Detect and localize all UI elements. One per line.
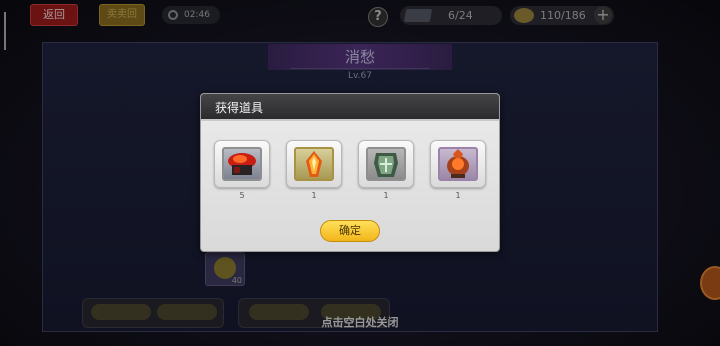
top-bar: 返回 卖卖回 02:46 ? 6/24 110/186 + xyxy=(0,0,720,34)
item-quantity: 1 xyxy=(383,191,389,200)
reward-item-list: 5 1 1 1 xyxy=(201,140,499,210)
divider xyxy=(290,68,430,69)
reward-item[interactable]: 1 xyxy=(430,140,488,200)
reward-item[interactable]: 1 xyxy=(358,140,416,200)
item-slot[interactable] xyxy=(214,140,270,188)
red-crystal-box-icon xyxy=(222,147,262,181)
close-hint: 点击空白处关闭 xyxy=(321,316,399,329)
shop-button[interactable]: 卖卖回 xyxy=(99,4,145,26)
hero-name: 消愁 xyxy=(344,48,375,66)
flame-urn-icon xyxy=(438,147,478,181)
side-badge-icon xyxy=(700,266,720,300)
stamina-counter: 6/24 xyxy=(400,6,502,25)
reward-item[interactable]: 5 xyxy=(214,140,272,200)
background-item-slot: 40 xyxy=(205,252,245,286)
clock-icon xyxy=(168,10,178,20)
item-slot[interactable] xyxy=(430,140,486,188)
ticket-icon xyxy=(403,9,433,22)
coin-icon xyxy=(514,8,534,23)
item-quantity: 1 xyxy=(311,191,317,200)
reward-dialog: 获得道具 5 1 1 1 确定 xyxy=(200,93,500,252)
add-resource-button[interactable]: + xyxy=(594,6,612,24)
hero-level: Lv.67 xyxy=(348,71,372,81)
back-button[interactable]: 返回 xyxy=(30,4,78,26)
stamina-value: 6/24 xyxy=(448,9,473,22)
timer: 02:46 xyxy=(162,6,220,24)
item-slot[interactable] xyxy=(286,140,342,188)
energy-value: 110/186 xyxy=(540,9,586,22)
reward-item[interactable]: 1 xyxy=(286,140,344,200)
item-count: 40 xyxy=(231,276,242,285)
jade-armor-box-icon xyxy=(366,147,406,181)
dialog-title: 获得道具 xyxy=(215,101,264,115)
fire-crystal-icon xyxy=(294,147,334,181)
item-slot[interactable] xyxy=(358,140,414,188)
timer-text: 02:46 xyxy=(184,10,210,20)
item-quantity: 5 xyxy=(239,191,245,200)
help-button[interactable]: ? xyxy=(368,7,388,27)
dialog-header: 获得道具 xyxy=(201,94,499,121)
confirm-button[interactable]: 确定 xyxy=(320,220,380,242)
item-quantity: 1 xyxy=(455,191,461,200)
